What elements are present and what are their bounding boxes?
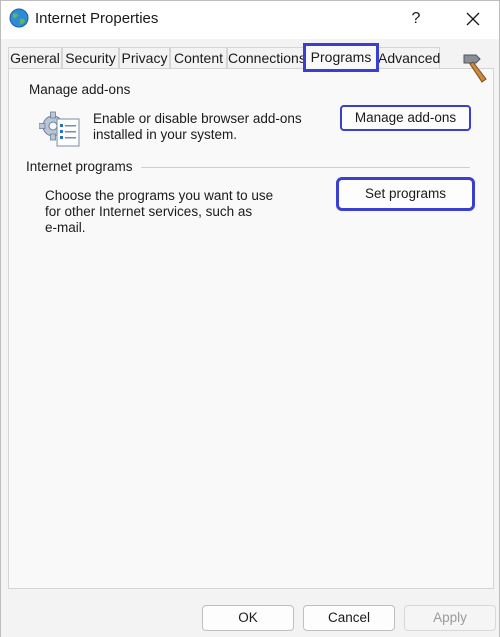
- internet-programs-description-line2: for other Internet services, such as: [45, 204, 253, 219]
- manage-addons-group-label: Manage add-ons: [29, 82, 139, 97]
- close-button[interactable]: [456, 5, 490, 33]
- help-button[interactable]: ?: [399, 5, 433, 33]
- manage-addons-description-line1: Enable or disable browser add-ons: [93, 111, 302, 126]
- dialog-footer: OK Cancel Apply: [1, 595, 499, 637]
- close-icon: [466, 12, 480, 26]
- tab-connections[interactable]: Connections: [227, 47, 306, 69]
- window-title: Internet Properties: [35, 10, 159, 27]
- tab-content[interactable]: Content: [170, 47, 227, 69]
- tab-programs[interactable]: Programs: [303, 43, 379, 72]
- internet-globe-icon: [9, 8, 29, 28]
- manage-addons-description-line2: installed in your system.: [93, 127, 238, 142]
- internet-programs-description: Choose the programs you want to use for …: [45, 188, 273, 236]
- cancel-button[interactable]: Cancel: [303, 605, 395, 631]
- manage-addons-description: Enable or disable browser add-ons instal…: [93, 111, 302, 143]
- set-programs-button[interactable]: Set programs: [336, 177, 475, 211]
- internet-programs-description-line3: e-mail.: [45, 220, 86, 235]
- programs-panel: Manage add-ons Enable or disable browser…: [8, 54, 494, 589]
- tab-general[interactable]: General: [8, 47, 62, 69]
- tab-strip: General Security Privacy Content Connect…: [8, 43, 494, 72]
- addons-gear-icon: [39, 111, 80, 147]
- tab-advanced[interactable]: Advanced: [377, 47, 440, 69]
- apply-button[interactable]: Apply: [404, 605, 496, 631]
- internet-programs-description-line1: Choose the programs you want to use: [45, 188, 274, 203]
- ok-button[interactable]: OK: [202, 605, 294, 631]
- title-bar: Internet Properties ?: [1, 1, 499, 39]
- tab-privacy[interactable]: Privacy: [119, 47, 170, 69]
- internet-properties-dialog: Internet Properties ? General Security P…: [0, 0, 500, 637]
- internet-programs-group-label: Internet programs: [26, 159, 141, 174]
- hammer-icon: [463, 54, 487, 83]
- manage-addons-button[interactable]: Manage add-ons: [340, 105, 471, 131]
- tab-security[interactable]: Security: [62, 47, 119, 69]
